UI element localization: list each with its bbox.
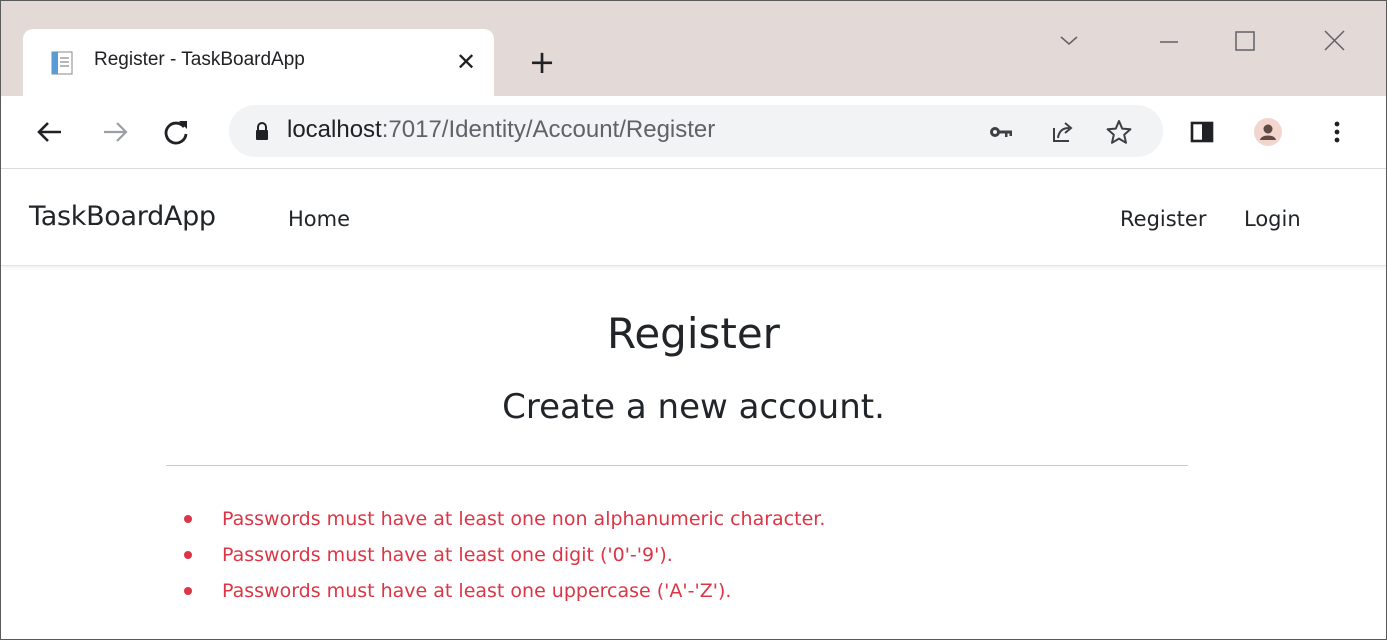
page-subtitle: Create a new account.: [502, 387, 885, 427]
tab-strip: Register - TaskBoardApp ✕ +: [1, 1, 1386, 96]
new-tab-button[interactable]: +: [525, 45, 559, 79]
tab-title: Register - TaskBoardApp: [94, 49, 305, 70]
key-icon[interactable]: [987, 118, 1015, 146]
back-icon[interactable]: [33, 115, 67, 149]
address-bar[interactable]: localhost:7017/Identity/Account/Register: [229, 105, 1163, 157]
close-window-icon[interactable]: [1316, 27, 1352, 57]
nav-link-register[interactable]: Register: [1120, 207, 1206, 231]
bullet-icon: [184, 587, 192, 595]
divider: [166, 465, 1188, 466]
url-text[interactable]: localhost:7017/Identity/Account/Register: [287, 116, 715, 144]
minimize-icon[interactable]: [1151, 27, 1187, 57]
reload-icon[interactable]: [159, 115, 193, 149]
url-host: localhost: [287, 116, 382, 143]
validation-error: Passwords must have at least one upperca…: [176, 573, 825, 609]
maximize-icon[interactable]: [1226, 27, 1262, 57]
nav-link-home[interactable]: Home: [288, 207, 350, 231]
validation-error-text: Passwords must have at least one non alp…: [222, 508, 826, 530]
validation-error-text: Passwords must have at least one upperca…: [222, 580, 732, 602]
tab-close-icon[interactable]: ✕: [453, 47, 479, 77]
profile-icon[interactable]: [1254, 118, 1282, 146]
browser-window: Register - TaskBoardApp ✕ + localhost:70…: [0, 0, 1387, 640]
validation-error: Passwords must have at least one non alp…: [176, 501, 825, 537]
url-path: :7017/Identity/Account/Register: [381, 116, 716, 143]
brand-link[interactable]: TaskBoardApp: [29, 201, 216, 232]
bullet-icon: [184, 551, 192, 559]
menu-icon[interactable]: [1323, 118, 1351, 146]
share-icon[interactable]: [1049, 118, 1077, 146]
validation-error: Passwords must have at least one digit (…: [176, 537, 825, 573]
site-navbar: TaskBoardApp Home Register Login: [1, 169, 1386, 266]
sidepanel-icon[interactable]: [1188, 118, 1216, 146]
tab-search-icon[interactable]: [1051, 27, 1087, 57]
validation-summary: Passwords must have at least one non alp…: [176, 501, 825, 609]
forward-icon[interactable]: [98, 115, 132, 149]
lock-icon[interactable]: [254, 122, 270, 140]
active-tab[interactable]: Register - TaskBoardApp ✕: [23, 29, 494, 96]
star-icon[interactable]: [1105, 118, 1133, 146]
validation-error-text: Passwords must have at least one digit (…: [222, 544, 673, 566]
nav-link-login[interactable]: Login: [1244, 207, 1301, 231]
page-title: Register: [607, 309, 780, 358]
browser-toolbar: localhost:7017/Identity/Account/Register: [1, 96, 1386, 169]
page-icon: [51, 51, 73, 75]
bullet-icon: [184, 515, 192, 523]
